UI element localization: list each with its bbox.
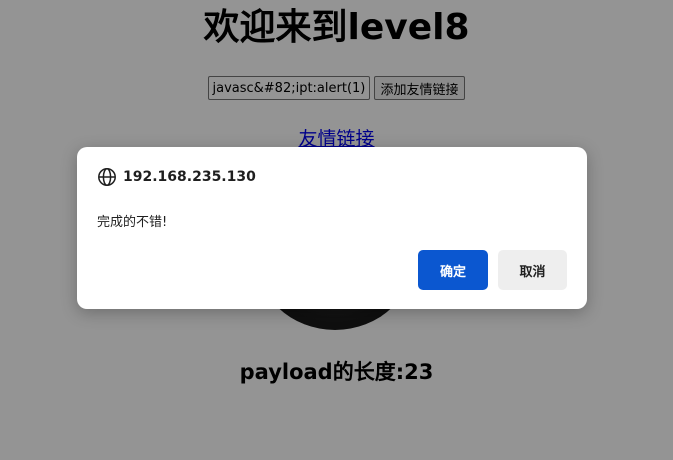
dialog-header: 192.168.235.130 — [97, 167, 256, 187]
dialog-message: 完成的不错! — [97, 215, 168, 230]
dialog-origin: 192.168.235.130 — [123, 169, 256, 185]
cancel-button[interactable]: 取消 — [498, 250, 567, 290]
globe-icon — [97, 167, 117, 187]
ok-button[interactable]: 确定 — [418, 250, 488, 290]
alert-dialog: 192.168.235.130 完成的不错! 确定 取消 — [77, 147, 587, 309]
